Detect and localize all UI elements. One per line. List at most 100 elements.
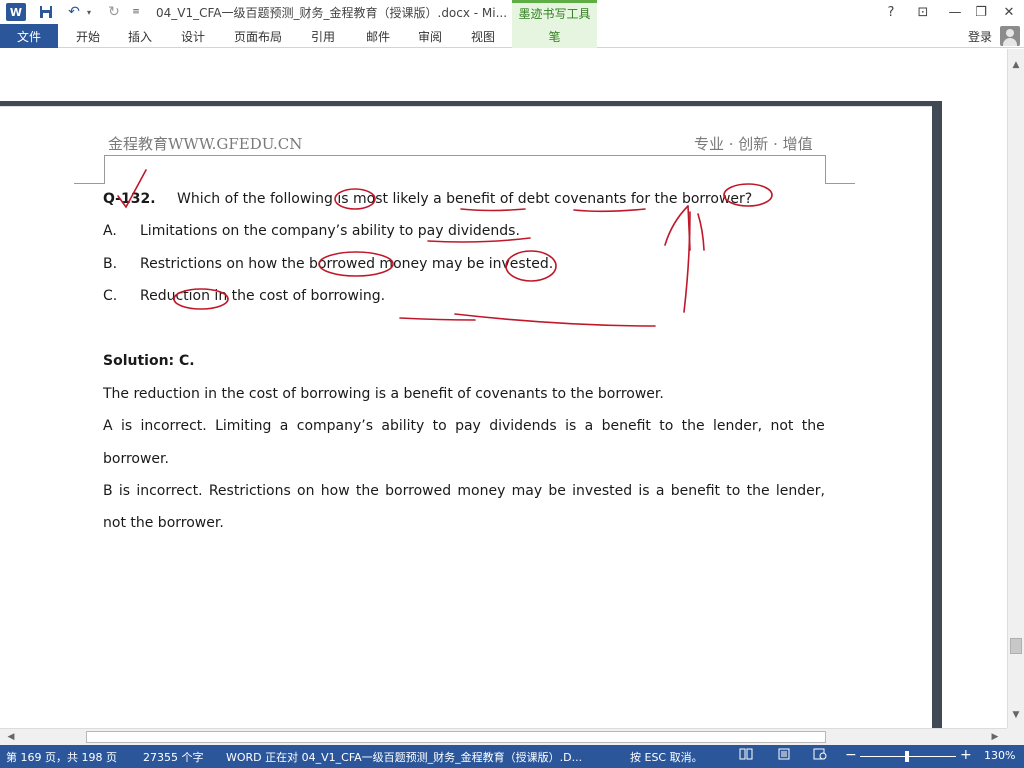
word: a xyxy=(655,483,665,499)
undo-icon[interactable]: ↶ xyxy=(64,2,84,22)
option-b-letter: B. xyxy=(103,256,118,272)
word: the xyxy=(681,418,705,434)
word: to xyxy=(432,418,447,434)
word: is xyxy=(638,483,650,499)
option-a-text: Limitations on the company’s ability to … xyxy=(140,223,520,239)
question-number: Q-132. xyxy=(103,191,156,207)
word: incorrect. xyxy=(136,483,203,499)
tab-design[interactable]: 设计 xyxy=(181,24,205,48)
word-count[interactable]: 27355 个字 xyxy=(143,749,204,765)
customize-quick-access-icon[interactable]: ≡ xyxy=(130,2,142,22)
word: invested xyxy=(572,483,633,499)
sign-in-link[interactable]: 登录 xyxy=(968,28,992,45)
option-c-letter: C. xyxy=(103,288,118,304)
vertical-scrollbar[interactable]: ▲ ▼ xyxy=(1007,49,1024,728)
redo-icon[interactable]: ↻ xyxy=(104,2,124,22)
scrollbar-corner xyxy=(1007,728,1024,745)
word: benefit xyxy=(670,483,720,499)
option-a-letter: A. xyxy=(103,223,117,239)
word: company’s xyxy=(296,418,374,434)
word-logo-icon[interactable]: W xyxy=(6,3,26,21)
horizontal-scrollbar[interactable]: ◀ ▶ xyxy=(0,728,1007,745)
word: Limiting xyxy=(215,418,272,434)
print-layout-icon[interactable] xyxy=(776,748,792,764)
word: to xyxy=(726,483,741,499)
word: not xyxy=(770,418,794,434)
save-icon[interactable] xyxy=(36,2,56,22)
close-button[interactable]: ✕ xyxy=(996,2,1022,22)
esc-cancel-hint: 按 ESC 取消。 xyxy=(630,751,703,764)
tab-file[interactable]: 文件 xyxy=(0,24,58,48)
word: to xyxy=(659,418,674,434)
page-header-left: 金程教育WWW.GFEDU.CN xyxy=(108,135,303,153)
word: is xyxy=(118,483,131,499)
tab-references[interactable]: 引用 xyxy=(311,24,335,48)
word: benefit xyxy=(601,418,651,434)
web-layout-icon[interactable] xyxy=(812,748,828,764)
word: borrowed xyxy=(385,483,452,499)
word: money xyxy=(457,483,506,499)
solution-paragraph-2-line-1: Ais incorrect. Limiting a company’s ability to… xyxy=(103,418,825,434)
word: A xyxy=(103,418,113,434)
zoom-level[interactable]: 130% xyxy=(984,749,1015,762)
minimize-button[interactable]: — xyxy=(942,2,968,22)
tab-home[interactable]: 开始 xyxy=(76,24,100,48)
word: the xyxy=(801,418,825,434)
word: lender, xyxy=(713,418,763,434)
word: ability xyxy=(381,418,425,434)
crop-mark-right-vertical xyxy=(825,155,826,184)
user-avatar[interactable] xyxy=(1000,26,1020,46)
option-b-text: Restrictions on how the borrowed money m… xyxy=(140,256,554,272)
zoom-in-button[interactable]: + xyxy=(960,747,972,763)
word: is xyxy=(120,418,133,434)
word: incorrect. xyxy=(140,418,207,434)
crop-mark-right xyxy=(825,183,855,184)
word: is xyxy=(565,418,577,434)
scroll-down-icon[interactable]: ▼ xyxy=(1008,707,1024,723)
scroll-right-icon[interactable]: ▶ xyxy=(988,729,1002,745)
tab-view[interactable]: 视图 xyxy=(471,24,495,48)
scroll-left-icon[interactable]: ◀ xyxy=(4,729,18,745)
ink-tools-title: 墨迹书写工具 xyxy=(518,7,591,21)
document-title: 04_V1_CFA一级百题预测_财务_金程教育（授课版）.docx - Mi..… xyxy=(156,6,508,20)
zoom-slider-handle[interactable] xyxy=(905,751,909,762)
saving-status: WORD 正在对 04_V1_CFA一级百题预测_财务_金程教育（授课版）.D.… xyxy=(226,751,583,764)
app-letter: W xyxy=(9,5,23,19)
page-count[interactable]: 第 169 页，共 198 页 xyxy=(6,749,117,765)
word: lender, xyxy=(775,483,825,499)
ribbon-display-options-button[interactable]: ⊡ xyxy=(910,2,936,22)
solution-paragraph-3-line-1: Bis incorrect. Restrictions on how the borrowe… xyxy=(103,483,825,499)
word: dividends xyxy=(489,418,557,434)
page-header-right: 专业 · 创新 · 增值 xyxy=(694,135,813,153)
tab-insert[interactable]: 插入 xyxy=(128,24,152,48)
restore-button[interactable]: ❐ xyxy=(968,2,994,22)
vertical-scroll-thumb[interactable] xyxy=(1010,638,1022,654)
word: the xyxy=(746,483,770,499)
word: may xyxy=(511,483,543,499)
crop-mark-left xyxy=(74,183,104,184)
word: a xyxy=(584,418,594,434)
question-text: Which of the following is most likely a … xyxy=(177,191,753,207)
status-bar: 第 169 页，共 198 页 27355 个字 WORD 正在对 04_V1_… xyxy=(0,745,1024,768)
tab-page-layout[interactable]: 页面布局 xyxy=(234,24,282,48)
option-c-text: Reduction in the cost of borrowing. xyxy=(140,288,386,304)
solution-paragraph-3-line-2: not the borrower. xyxy=(103,515,224,531)
header-rule xyxy=(104,155,825,156)
word: on xyxy=(297,483,315,499)
zoom-out-button[interactable]: − xyxy=(845,747,857,763)
word: the xyxy=(355,483,379,499)
scroll-up-icon[interactable]: ▲ xyxy=(1008,57,1024,73)
tab-mailings[interactable]: 邮件 xyxy=(366,24,390,48)
crop-mark-left-vertical xyxy=(104,155,105,184)
word: B xyxy=(103,483,113,499)
read-mode-icon[interactable] xyxy=(738,748,754,764)
word: how xyxy=(320,483,350,499)
word: be xyxy=(548,483,566,499)
help-button[interactable]: ? xyxy=(878,2,904,22)
undo-dropdown-icon[interactable]: ▾ xyxy=(84,2,94,22)
solution-heading: Solution: C. xyxy=(103,353,195,369)
tab-review[interactable]: 审阅 xyxy=(418,24,442,48)
tab-pen[interactable]: 笔 xyxy=(512,24,597,48)
horizontal-scroll-thumb[interactable] xyxy=(86,731,826,743)
solution-paragraph-2-line-2: borrower. xyxy=(103,451,169,467)
